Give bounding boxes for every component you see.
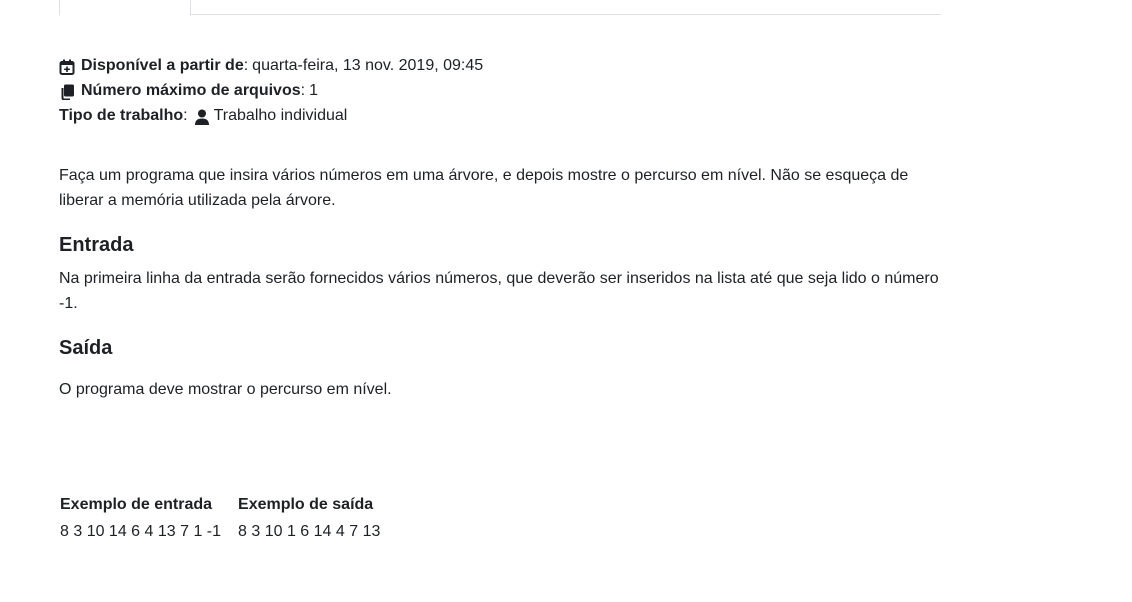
table-row: 8 3 10 14 6 4 13 7 1 -1 8 3 10 1 6 14 4 … [59, 519, 396, 544]
colon: : [300, 82, 306, 99]
examples-header-row: Exemplo de entrada Exemplo de saída [59, 492, 396, 519]
colon: : [183, 107, 188, 124]
input-heading: Entrada [59, 234, 134, 256]
available-from-row: Disponível a partir de: quarta-feira, 13… [59, 53, 483, 78]
work-type-label: Tipo de trabalho [59, 107, 184, 124]
available-from-value: quarta-feira, 13 nov. 2019, 09:45 [252, 57, 484, 74]
colon: : [243, 57, 249, 74]
max-files-value: 1 [309, 82, 318, 99]
output-paragraph: O programa deve mostrar o percurso em ní… [59, 381, 392, 398]
example-output-cell: 8 3 10 1 6 14 4 7 13 [238, 523, 381, 540]
copy-files-icon [59, 83, 75, 100]
calendar-plus-icon [59, 58, 75, 75]
tab-bar [59, 0, 941, 16]
tab-description[interactable] [59, 0, 191, 16]
example-input-cell: 8 3 10 14 6 4 13 7 1 -1 [60, 523, 222, 540]
user-icon [194, 108, 210, 125]
available-from-label: Disponível a partir de [81, 57, 244, 74]
example-input-header: Exemplo de entrada [60, 496, 213, 513]
max-files-row: Número máximo de arquivos: 1 [59, 78, 483, 103]
assignment-meta: Disponível a partir de: quarta-feira, 13… [59, 53, 483, 128]
examples-table: Exemplo de entrada Exemplo de saída 8 3 … [59, 492, 396, 544]
intro-paragraph: Faça um programa que insira vários númer… [59, 167, 909, 209]
max-files-label: Número máximo de arquivos [81, 82, 301, 99]
work-type-value: Trabalho individual [213, 107, 348, 124]
output-heading: Saída [59, 337, 113, 359]
input-paragraph: Na primeira linha da entrada serão forne… [59, 270, 939, 312]
work-type-row: Tipo de trabalho: Trabalho individual [59, 103, 483, 128]
example-output-header: Exemplo de saída [238, 496, 374, 513]
